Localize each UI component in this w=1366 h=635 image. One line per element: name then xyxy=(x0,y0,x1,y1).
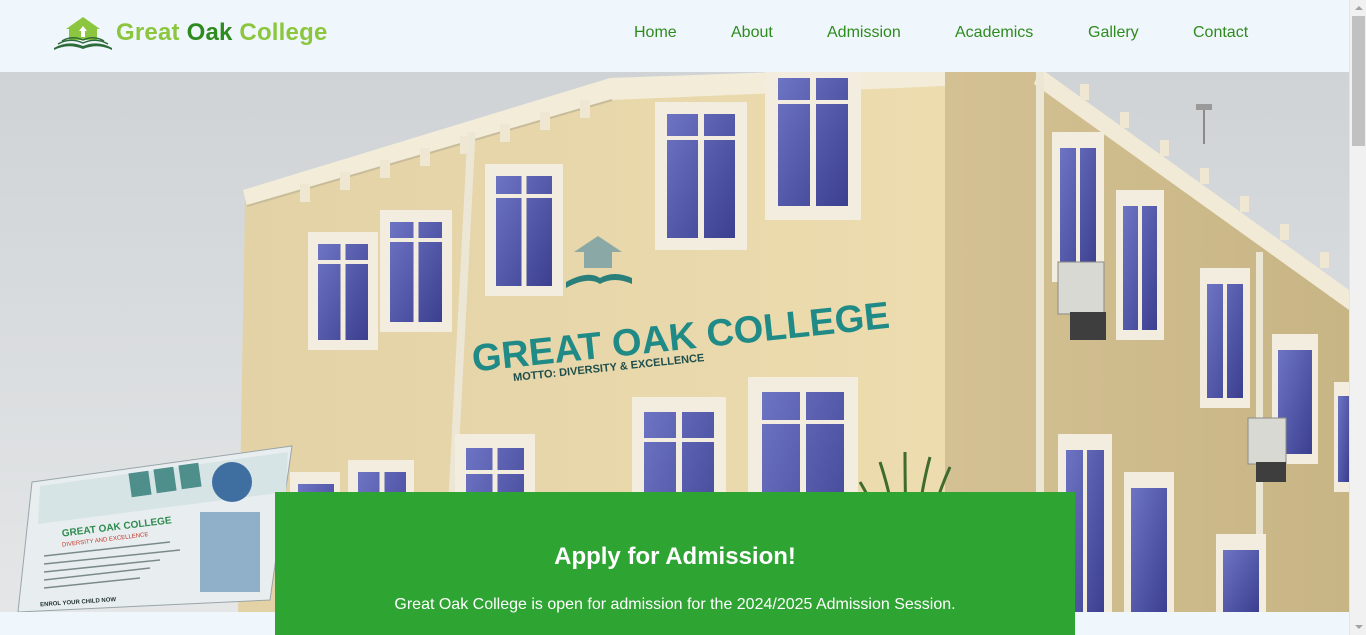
admission-title: Apply for Admission! xyxy=(554,543,796,570)
page-scrollbar[interactable] xyxy=(1349,0,1366,635)
admission-text: Great Oak College is open for admission … xyxy=(394,596,956,613)
nav-academics[interactable]: Academics xyxy=(955,24,1088,42)
nav-home[interactable]: Home xyxy=(634,24,731,42)
graduation-cap-book-logo-icon xyxy=(54,17,112,50)
nav-about[interactable]: About xyxy=(731,24,827,42)
site-logo[interactable]: Great Oak College xyxy=(52,14,328,52)
main-nav: Home About Admission Academics Gallery C… xyxy=(634,24,1248,42)
brand-name: Great Oak College xyxy=(116,19,328,47)
nav-gallery[interactable]: Gallery xyxy=(1088,24,1193,42)
scroll-down-arrow-icon[interactable] xyxy=(1350,619,1366,635)
site-header: Great Oak College Home About Admission A… xyxy=(0,0,1349,72)
scroll-thumb[interactable] xyxy=(1352,16,1365,146)
scroll-up-arrow-icon[interactable] xyxy=(1350,0,1366,16)
brand-name-great: Great xyxy=(116,19,187,46)
brand-name-college: College xyxy=(232,19,328,46)
nav-contact[interactable]: Contact xyxy=(1193,24,1248,42)
brand-name-oak: Oak xyxy=(186,19,233,46)
admission-card: Apply for Admission! Great Oak College i… xyxy=(275,492,1075,635)
nav-admission[interactable]: Admission xyxy=(827,24,955,42)
